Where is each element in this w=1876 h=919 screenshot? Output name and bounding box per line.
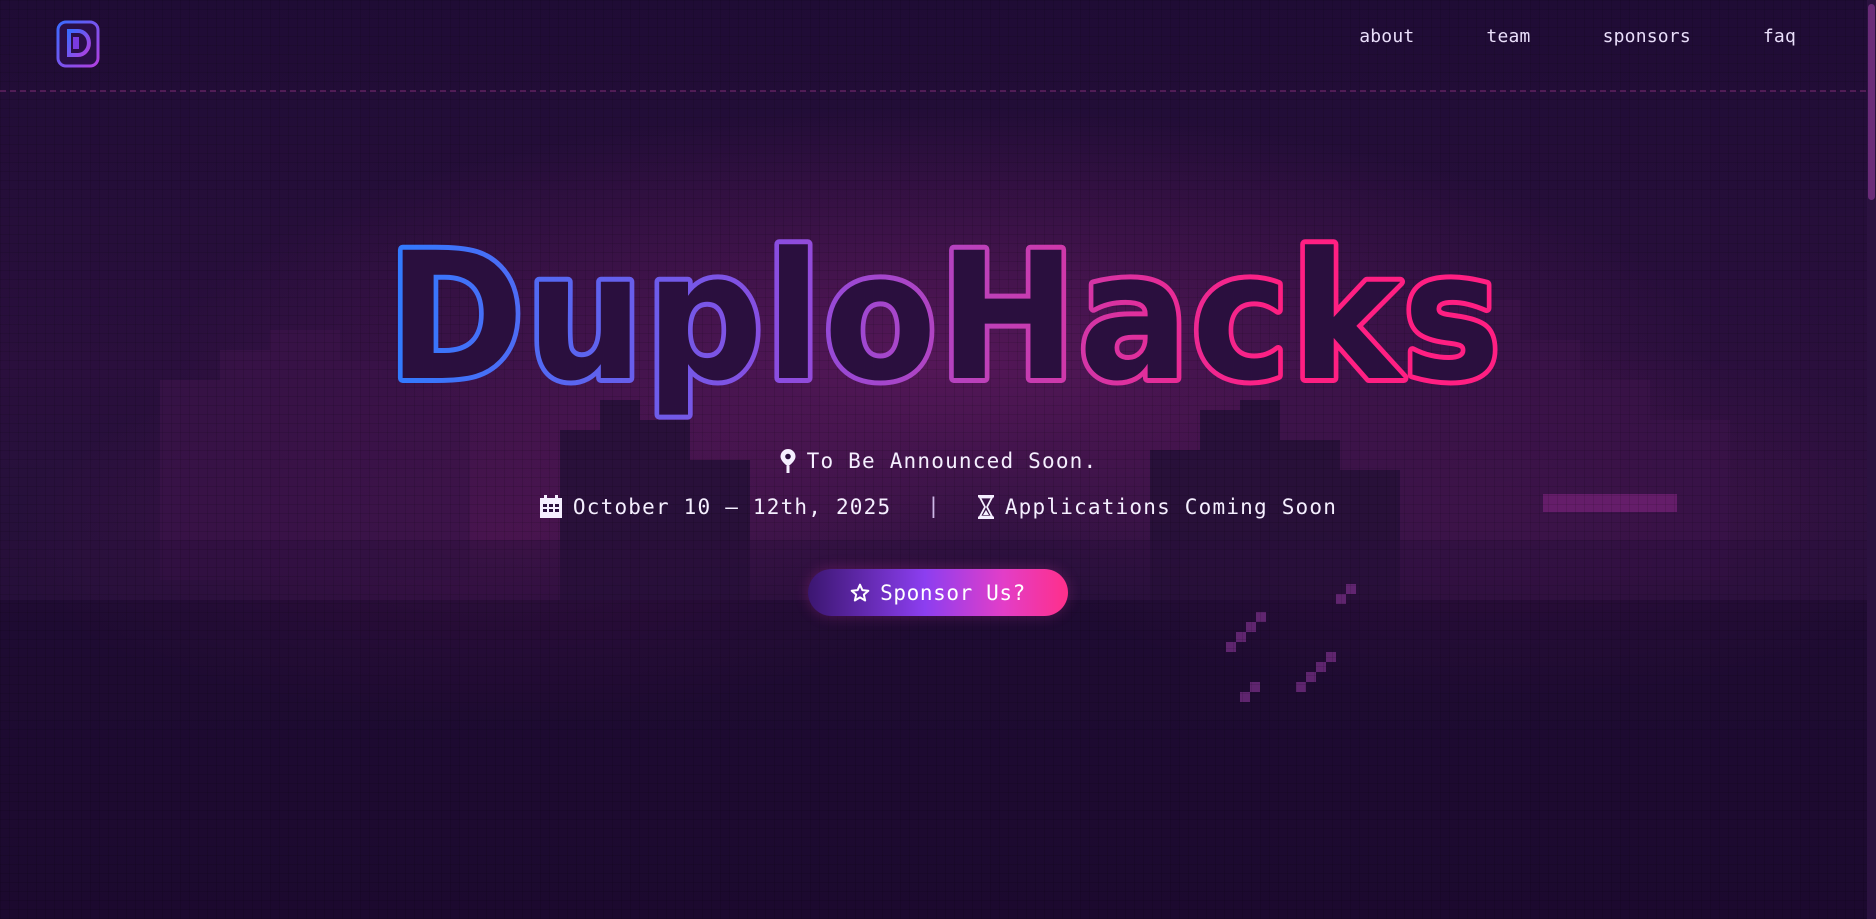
sponsor-us-button[interactable]: Sponsor Us? [808,569,1068,616]
hourglass-icon [977,495,994,519]
nav-link-sponsors[interactable]: sponsors [1603,26,1691,47]
hero-title-text: DuploHacks [388,228,1503,420]
event-details-row: October 10 – 12th, 2025 | Applications C… [0,494,1876,520]
page-scrollbar[interactable] [1867,0,1876,919]
nav-link-team[interactable]: team [1486,26,1530,47]
hero-title: DuploHacks [383,228,1506,425]
top-navigation: about team sponsors faq [1287,26,1796,47]
star-icon [850,583,870,601]
nav-link-about[interactable]: about [1359,26,1414,47]
sponsor-us-label: Sponsor Us? [880,580,1026,605]
header-divider [0,90,1876,92]
event-dates: October 10 – 12th, 2025 [572,495,892,519]
nav-link-faq[interactable]: faq [1763,26,1796,47]
location-text: To Be Announced Soon. [806,449,1098,473]
landing-page: about team sponsors faq DuploHacks To Be… [0,0,1876,919]
scrollbar-thumb[interactable] [1868,4,1875,200]
applications-status: Applications Coming Soon [1004,495,1338,519]
duplohacks-logo-icon[interactable] [56,18,100,68]
details-separator: | [927,494,941,518]
location-row: To Be Announced Soon. [0,448,1876,474]
map-pin-icon [780,449,796,473]
calendar-icon [539,495,562,518]
